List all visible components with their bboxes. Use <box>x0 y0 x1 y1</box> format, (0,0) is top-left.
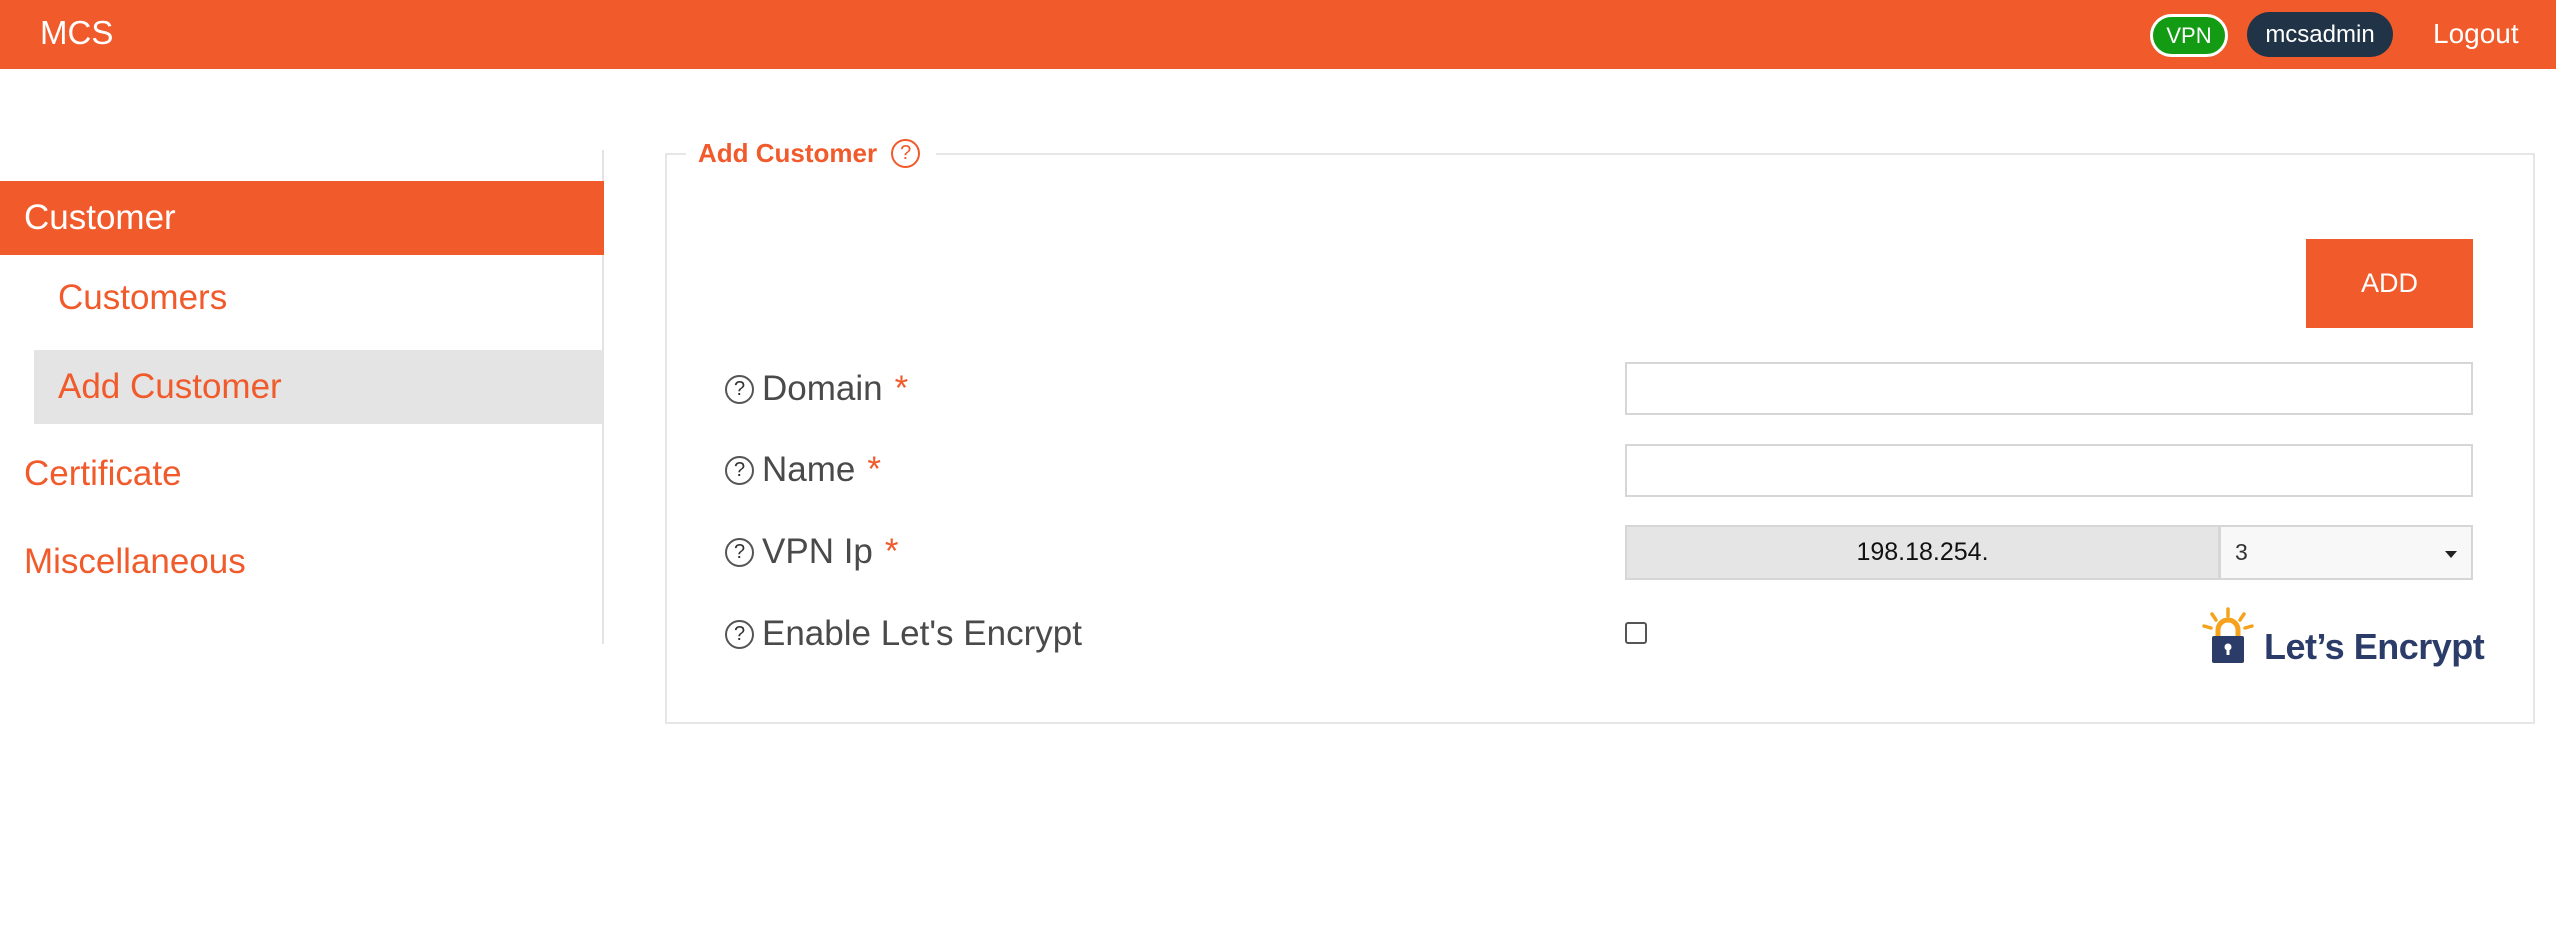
vpn-ip-selected-value: 3 <box>2235 539 2248 565</box>
vpn-ip-label-row: ? VPN Ip * <box>725 527 899 577</box>
vpn-ip-prefix: 198.18.254. <box>1625 525 2220 580</box>
domain-label-row: ? Domain * <box>725 364 908 414</box>
sidebar-item-customers[interactable]: Customers <box>34 261 604 335</box>
domain-input[interactable] <box>1625 362 2473 415</box>
name-label-row: ? Name * <box>725 445 881 495</box>
caret-down-icon <box>2445 551 2457 558</box>
page-title: Add Customer <box>698 137 878 168</box>
lets-encrypt-checkbox[interactable] <box>1625 622 1647 644</box>
question-circle-icon[interactable]: ? <box>725 537 754 567</box>
sidebar: Customer Customers Add Customer Certific… <box>0 150 604 644</box>
lets-encrypt-label-row: ? Enable Let's Encrypt <box>725 609 1082 659</box>
vpn-status-badge[interactable]: VPN <box>2150 14 2228 57</box>
domain-label: Domain <box>762 369 883 408</box>
required-marker: * <box>867 450 881 489</box>
name-input[interactable] <box>1625 444 2473 497</box>
lets-encrypt-lock-icon <box>2202 607 2254 663</box>
sidebar-group-customer[interactable]: Customer <box>0 181 604 255</box>
sidebar-item-certificate[interactable]: Certificate <box>0 437 604 511</box>
question-circle-icon[interactable]: ? <box>891 138 921 168</box>
lets-encrypt-label: Enable Let's Encrypt <box>762 614 1082 653</box>
question-circle-icon[interactable]: ? <box>725 619 754 649</box>
sidebar-item-miscellaneous[interactable]: Miscellaneous <box>0 525 604 599</box>
brand-title[interactable]: MCS <box>40 14 113 52</box>
fieldset-legend: Add Customer ? <box>686 136 937 170</box>
lets-encrypt-logo-text: Let’s Encrypt <box>2264 626 2485 667</box>
lets-encrypt-logo: Let’s Encrypt <box>2200 607 2485 667</box>
top-navbar: MCS VPN mcsadmin Logout <box>0 0 2556 69</box>
logout-link[interactable]: Logout <box>2433 18 2519 50</box>
name-label: Name <box>762 450 856 489</box>
required-marker: * <box>884 532 899 571</box>
vpn-ip-label: VPN Ip <box>762 532 873 571</box>
required-marker: * <box>894 369 909 408</box>
user-badge[interactable]: mcsadmin <box>2247 12 2393 57</box>
sidebar-item-add-customer[interactable]: Add Customer <box>34 350 604 424</box>
question-circle-icon[interactable]: ? <box>725 455 754 485</box>
question-circle-icon[interactable]: ? <box>725 374 754 404</box>
add-button[interactable]: ADD <box>2306 239 2473 328</box>
vpn-ip-octet-select[interactable]: 3 <box>2219 525 2473 580</box>
